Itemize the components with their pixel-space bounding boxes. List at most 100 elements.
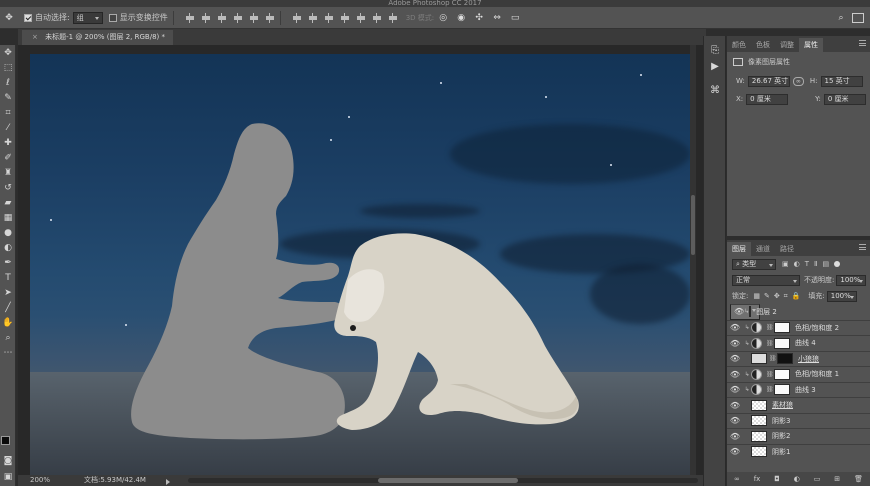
tab-adjustments[interactable]: 调整 (775, 38, 799, 52)
visibility-eye-icon[interactable]: 👁 (727, 432, 743, 441)
align-right-edges-icon[interactable] (265, 12, 275, 23)
3d-pan-icon[interactable]: ✣ (472, 11, 486, 25)
layer-mask-thumbnail[interactable] (777, 353, 793, 365)
distribute-vcenter-icon[interactable] (308, 12, 318, 23)
tab-properties[interactable]: 属性 (799, 38, 823, 52)
new-layer-icon[interactable]: ⊞ (834, 475, 840, 483)
layer-row[interactable]: 👁 ↳ ⛓ 色相/饱和度 1 (727, 366, 870, 382)
visibility-eye-icon[interactable]: 👁 (727, 354, 743, 363)
distribute-hcenter-icon[interactable] (356, 12, 366, 23)
layer-row[interactable]: 👁 ↳ ⛓ 曲线 3 (727, 381, 870, 398)
healing-tool-icon[interactable]: ✚ (0, 135, 16, 150)
type-tool-icon[interactable]: T (0, 270, 16, 285)
layer-thumbnail[interactable] (751, 399, 767, 411)
width-field[interactable]: 26.67 英寸 (747, 75, 790, 87)
pen-tool-icon[interactable]: ✒ (0, 255, 16, 270)
layer-name[interactable]: 色相/饱和度 1 (795, 369, 839, 379)
3d-orbit-icon[interactable]: ◎ (436, 11, 450, 25)
paths-panel-icon[interactable]: ⌘ (704, 82, 726, 98)
new-group-icon[interactable]: ▭ (814, 475, 821, 483)
actions-play-icon[interactable]: ▶ (704, 58, 726, 74)
move-tool-preset-icon[interactable]: ✥ (2, 11, 16, 25)
canvas-area[interactable] (18, 45, 706, 475)
layer-row[interactable]: 👁 阴影2 (727, 428, 870, 444)
align-vertical-centers-icon[interactable] (201, 12, 211, 23)
link-layers-icon[interactable]: ∞ (734, 475, 740, 483)
auto-align-icon[interactable] (388, 12, 398, 23)
opacity-field[interactable]: 100% (836, 274, 867, 286)
mask-link-icon[interactable]: ⛓ (766, 324, 774, 331)
screen-mode-icon[interactable]: ▣ (0, 469, 16, 484)
close-tab-icon[interactable]: × (32, 33, 38, 41)
hand-tool-icon[interactable]: ✋ (0, 315, 16, 330)
vertical-scrollbar[interactable] (690, 45, 696, 475)
layer-row[interactable]: 👁 ↳ ⛓ 色相/饱和度 2 (727, 319, 870, 336)
foreground-color-swatch[interactable] (1, 436, 10, 445)
tab-paths[interactable]: 路径 (775, 242, 799, 256)
visibility-eye-icon[interactable]: 👁 (727, 323, 743, 332)
visibility-eye-icon[interactable]: 👁 (727, 401, 743, 410)
layer-name[interactable]: 阴影3 (772, 416, 790, 426)
document-tab[interactable]: × 未标题-1 @ 200% (图层 2, RGB/8) * (22, 30, 173, 45)
visibility-eye-icon[interactable]: 👁 (727, 447, 743, 456)
dodge-tool-icon[interactable]: ◐ (0, 240, 16, 255)
tab-channels[interactable]: 通道 (751, 242, 775, 256)
zoom-level[interactable]: 200% (30, 475, 50, 486)
panel-menu-icon[interactable] (859, 40, 866, 46)
crop-tool-icon[interactable]: ⌗ (0, 105, 16, 120)
eraser-tool-icon[interactable]: ▰ (0, 195, 16, 210)
layer-thumbnail[interactable] (751, 415, 767, 427)
layer-row[interactable]: 👁 ↳ ⛓ 曲线 4 (727, 335, 870, 351)
distribute-top-icon[interactable] (292, 12, 302, 23)
link-dimensions-icon[interactable]: ∞ (792, 76, 804, 86)
clone-stamp-tool-icon[interactable]: ♜ (0, 165, 16, 180)
path-select-tool-icon[interactable]: ➤ (0, 285, 16, 300)
workspace-icon[interactable] (852, 13, 864, 23)
delete-layer-icon[interactable]: 🗑 (854, 475, 863, 483)
layer-mask-thumbnail[interactable] (774, 322, 790, 334)
layer-row[interactable]: 👁 ⛓ 小狼狼 (727, 350, 870, 367)
vertical-scroll-thumb[interactable] (691, 195, 695, 255)
horizontal-scroll-thumb[interactable] (378, 478, 518, 483)
y-field[interactable]: 0 厘米 (823, 93, 866, 105)
layer-mask-thumbnail[interactable] (774, 384, 790, 396)
layer-name[interactable]: 素材狼 (772, 400, 793, 410)
visibility-eye-icon[interactable]: 👁 (734, 307, 744, 317)
filter-icons[interactable]: ▣◐TⅡ▤ (782, 260, 834, 268)
search-icon[interactable]: ⌕ (834, 11, 848, 25)
auto-select-checkbox[interactable] (24, 13, 32, 22)
filter-toggle-icon[interactable] (834, 261, 841, 267)
new-adjustment-icon[interactable]: ◐ (794, 475, 800, 483)
tab-layers[interactable]: 图层 (727, 242, 751, 256)
show-transform-checkbox[interactable] (108, 13, 117, 22)
distribute-right-icon[interactable] (372, 12, 382, 23)
more-tools-icon[interactable]: ⋯ (0, 345, 16, 360)
visibility-eye-icon[interactable]: 👁 (727, 339, 743, 348)
distribute-bottom-icon[interactable] (324, 12, 334, 23)
3d-scale-icon[interactable]: ▭ (508, 11, 522, 25)
layer-thumbnail[interactable] (751, 353, 767, 365)
align-left-edges-icon[interactable] (233, 12, 243, 23)
layer-thumbnail[interactable] (749, 306, 752, 318)
blur-tool-icon[interactable]: ● (0, 225, 16, 240)
layer-name[interactable]: 曲线 3 (795, 385, 816, 395)
layer-mask-thumbnail[interactable] (774, 368, 790, 380)
add-mask-icon[interactable]: ◘ (774, 475, 780, 483)
status-menu-arrow-icon[interactable] (166, 479, 173, 485)
lock-icons[interactable]: ▦✎✥⌗🔒 (753, 292, 804, 301)
zoom-tool-icon[interactable]: ⌕ (0, 330, 16, 345)
document-canvas[interactable] (30, 54, 690, 475)
layer-name[interactable]: 图层 2 (756, 307, 777, 317)
layer-row[interactable]: 👁 阴影3 (727, 412, 870, 429)
layer-thumbnail[interactable] (751, 430, 767, 442)
tab-color[interactable]: 颜色 (727, 38, 751, 52)
align-horizontal-centers-icon[interactable] (249, 12, 259, 23)
3d-roll-icon[interactable]: ◉ (454, 11, 468, 25)
lasso-tool-icon[interactable]: ℓ (0, 75, 16, 90)
blend-mode-dropdown[interactable]: 正常 (732, 274, 800, 286)
eyedropper-tool-icon[interactable]: ⁄ (0, 120, 16, 135)
visibility-eye-icon[interactable]: 👁 (727, 416, 743, 425)
distribute-left-icon[interactable] (340, 12, 350, 23)
layer-name[interactable]: 曲线 4 (795, 338, 816, 348)
panel-menu-icon[interactable] (859, 244, 866, 250)
